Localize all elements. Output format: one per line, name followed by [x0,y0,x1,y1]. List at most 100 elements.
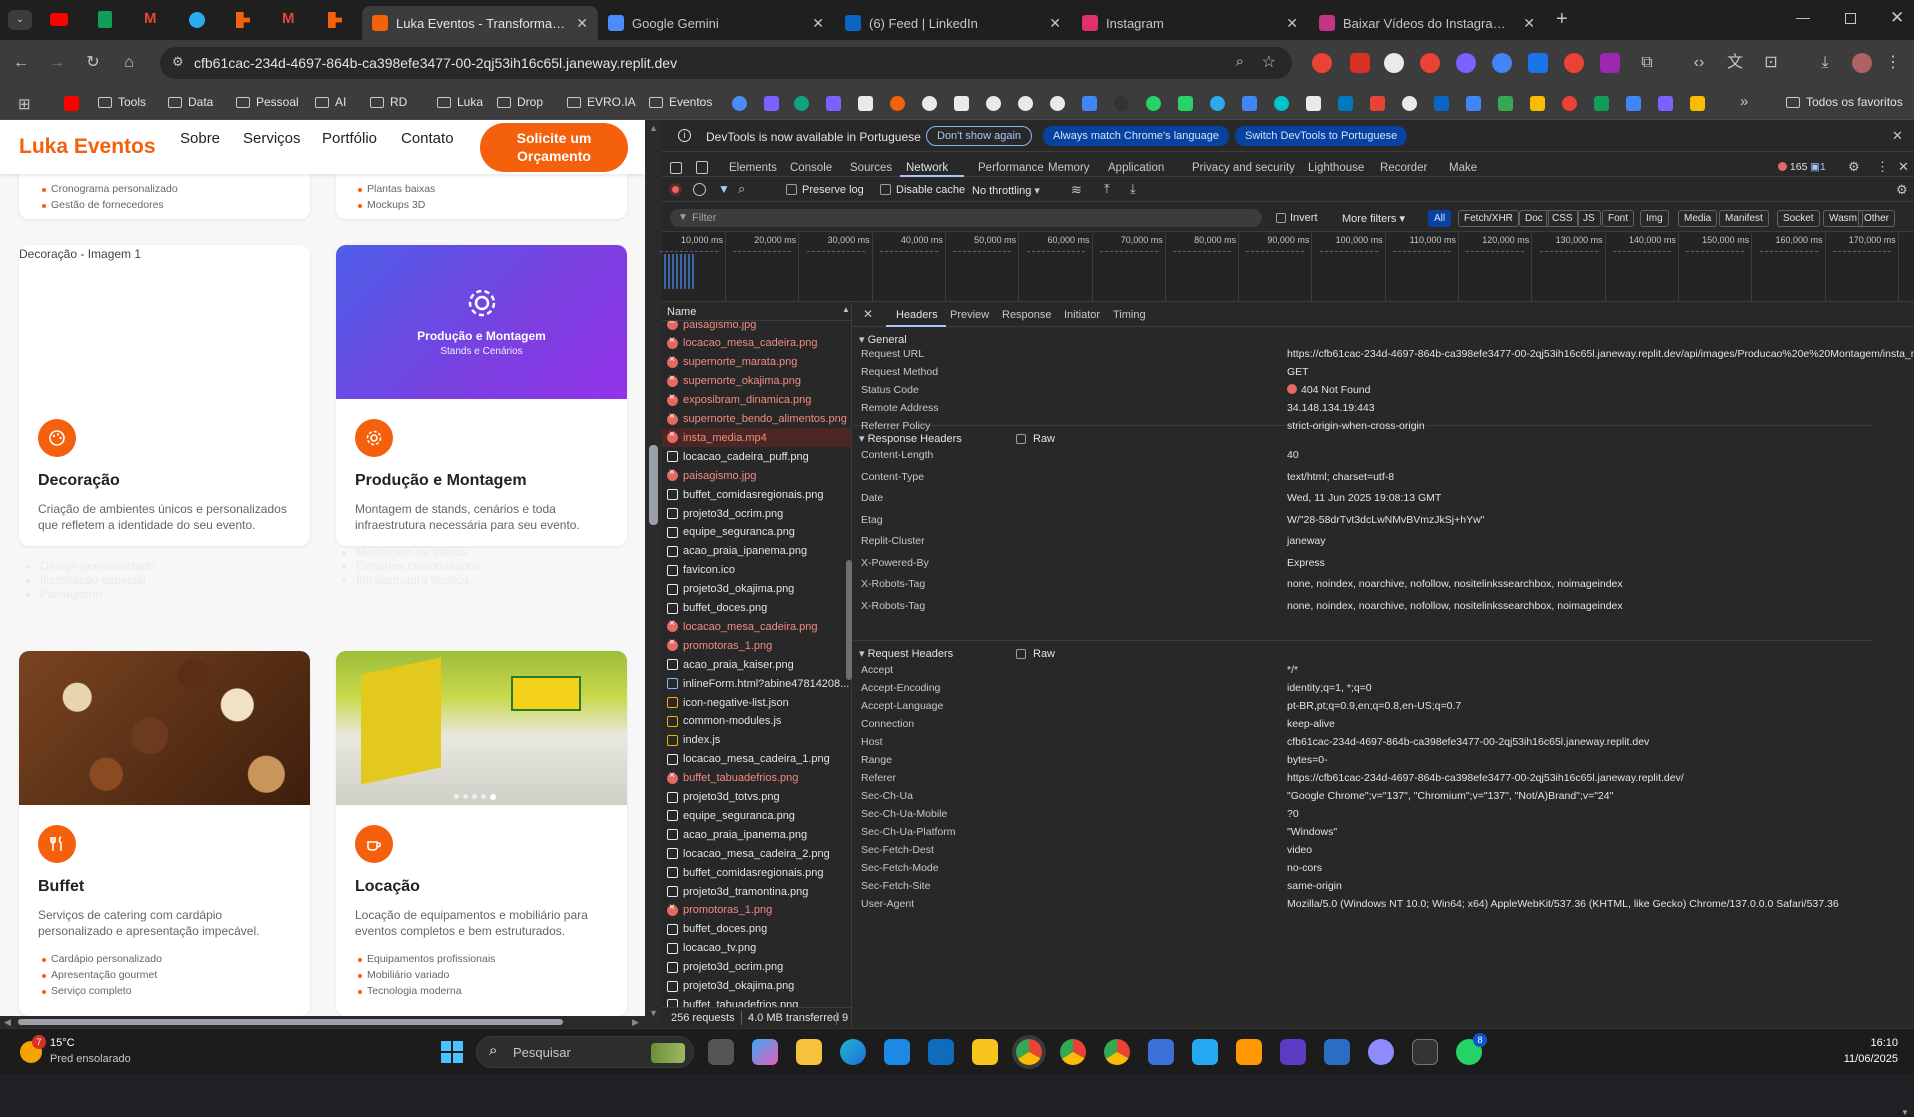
page-vertical-scrollbar[interactable]: ▲ ▼ [645,120,662,1028]
copilot-icon[interactable] [752,1039,778,1065]
home-icon[interactable]: ⌂ [120,54,138,72]
store-icon[interactable] [884,1039,910,1065]
header-value[interactable]: 34.148.134.19:443 [1287,402,1375,414]
bookmark-folder[interactable]: Eventos [649,95,712,109]
request-raw-checkbox[interactable] [1016,649,1026,659]
extension-icon-4[interactable] [1420,53,1440,73]
header-value[interactable]: cfb61cac-234d-4697-864b-ca398efe3477-00-… [1287,736,1649,748]
bookmark-drive-icon[interactable] [1530,96,1545,111]
type-filter-chip[interactable]: Other [1858,210,1896,227]
switch-portuguese-button[interactable]: Switch DevTools to Portuguese [1235,126,1408,146]
bookmark-icon-9[interactable] [986,96,1001,111]
request-row[interactable]: projeto3d_okajima.png [662,580,851,599]
bookmark-icon-31[interactable] [1690,96,1705,111]
pinned-tab-gmail-2[interactable]: M [282,11,300,26]
pinned-tab-replit-2[interactable] [328,12,342,28]
type-filter-chip[interactable]: Img [1640,210,1669,227]
scrollbar-up-arrow[interactable]: ▲ [649,123,658,133]
header-value[interactable]: */* [1287,664,1298,676]
extension-icon-5[interactable] [1456,53,1476,73]
restore-button[interactable] [1845,13,1856,24]
weather-widget[interactable]: 7 15°C Pred ensolarado [18,1035,158,1069]
screenshot-icon[interactable]: ⊡ [1762,54,1780,72]
carousel-dot[interactable] [454,794,459,799]
bookmark-icon-11[interactable] [1050,96,1065,111]
bookmark-folder[interactable]: Data [168,95,213,109]
match-language-button[interactable]: Always match Chrome's language [1043,126,1229,146]
devtools-tab[interactable]: Elements [729,162,777,174]
chrome-icon-active[interactable] [1016,1039,1042,1065]
header-value[interactable]: none, noindex, noarchive, nofollow, nosi… [1287,600,1623,612]
bookmark-folder[interactable]: Pessoal [236,95,299,109]
bookmark-folder[interactable]: Luka [437,95,483,109]
scrollbar-right-arrow[interactable]: ▶ [632,1017,639,1028]
scrollbar-down-arrow[interactable]: ▼ [649,1008,658,1018]
header-value[interactable]: video [1287,844,1312,856]
request-row[interactable]: buffet_doces.png [662,920,851,939]
request-row[interactable]: projeto3d_ocrim.png [662,504,851,523]
header-value[interactable]: same-origin [1287,880,1342,892]
request-row[interactable]: projeto3d_tramontina.png [662,882,851,901]
request-quote-button[interactable]: Solicite um Orçamento [480,123,628,172]
calculator-icon[interactable] [1148,1039,1174,1065]
bookmark-gemini-icon[interactable] [732,96,747,111]
request-row[interactable]: insta_media.mp4 [662,428,851,448]
bookmark-notion-icon[interactable] [954,96,969,111]
detail-tab[interactable]: Timing [1113,309,1146,321]
header-value[interactable]: keep-alive [1287,718,1335,730]
bookmark-icon-27[interactable] [1562,96,1577,111]
response-raw-checkbox[interactable] [1016,434,1026,444]
start-button[interactable] [441,1041,463,1063]
devtools-menu-icon[interactable]: ⋮ [1876,159,1889,175]
site-logo[interactable]: Luka Eventos [19,135,156,159]
close-window-button[interactable]: ✕ [1890,8,1904,28]
close-tab-icon[interactable]: ✕ [1523,15,1535,32]
pinned-tab-gmail[interactable]: M [144,11,162,26]
bookmarks-overflow-chevron[interactable]: » [1740,93,1748,110]
more-filters-dropdown[interactable]: More filters ▾ [1342,212,1405,225]
browser-menu-icon[interactable]: ⋮ [1884,54,1902,72]
nav-servicos[interactable]: Serviços [243,130,301,147]
request-row[interactable]: index.js [662,731,851,750]
devtools-tab[interactable]: Recorder [1380,162,1427,174]
nav-sobre[interactable]: Sobre [180,130,220,147]
record-stop-icon[interactable] [669,183,682,196]
detail-tab[interactable]: Initiator [1064,309,1100,321]
request-row[interactable]: supernorte_okajima.png [662,372,851,391]
header-value[interactable]: no-cors [1287,862,1322,874]
sort-arrow-icon[interactable]: ▲ [842,305,850,314]
invert-checkbox[interactable] [1276,213,1286,223]
header-value[interactable]: 40 [1287,449,1299,461]
request-row[interactable]: favicon.ico [662,561,851,580]
header-value[interactable]: bytes=0- [1287,754,1328,766]
bookmark-github-icon[interactable] [1114,96,1129,111]
header-value[interactable]: ?0 [1287,808,1299,820]
header-value[interactable]: strict-origin-when-cross-origin [1287,420,1425,432]
edge-icon[interactable] [840,1039,866,1065]
bookmark-icon-15[interactable] [1178,96,1193,111]
bookmark-icon-17[interactable] [1242,96,1257,111]
request-row[interactable]: exposibram_dinamica.png [662,391,851,410]
device-toolbar-icon[interactable] [696,161,708,174]
carousel-dot[interactable] [463,794,468,799]
carousel-dots[interactable] [454,794,514,800]
close-tab-icon[interactable]: ✕ [1286,15,1298,32]
devtools-tab[interactable]: Lighthouse [1308,162,1364,174]
request-row[interactable]: promotoras_1.png [662,636,851,655]
devtools-tab[interactable]: Privacy and security [1192,162,1295,174]
extensions-puzzle-icon[interactable]: ⧉ [1638,54,1656,72]
devtools-tab[interactable]: Console [790,162,832,174]
clear-log-icon[interactable] [693,183,706,196]
browser-tab[interactable]: (6) Feed | LinkedIn ✕ [835,6,1071,40]
network-settings-icon[interactable]: ⚙ [1896,182,1908,198]
close-tab-icon[interactable]: ✕ [812,15,824,32]
bookmark-icon-29[interactable] [1626,96,1641,111]
request-row[interactable]: common-modules.js [662,712,851,731]
task-view-icon[interactable] [708,1039,734,1065]
page-horizontal-scrollbar[interactable]: ◀ ▶ [0,1016,645,1028]
detail-tab[interactable]: Headers [896,309,938,321]
chrome-profile-icon-2[interactable] [1104,1039,1130,1065]
extension-icon-9[interactable] [1600,53,1620,73]
pinned-tab-telegram[interactable] [189,12,205,28]
request-row[interactable]: buffet_comidasregionais.png [662,485,851,504]
